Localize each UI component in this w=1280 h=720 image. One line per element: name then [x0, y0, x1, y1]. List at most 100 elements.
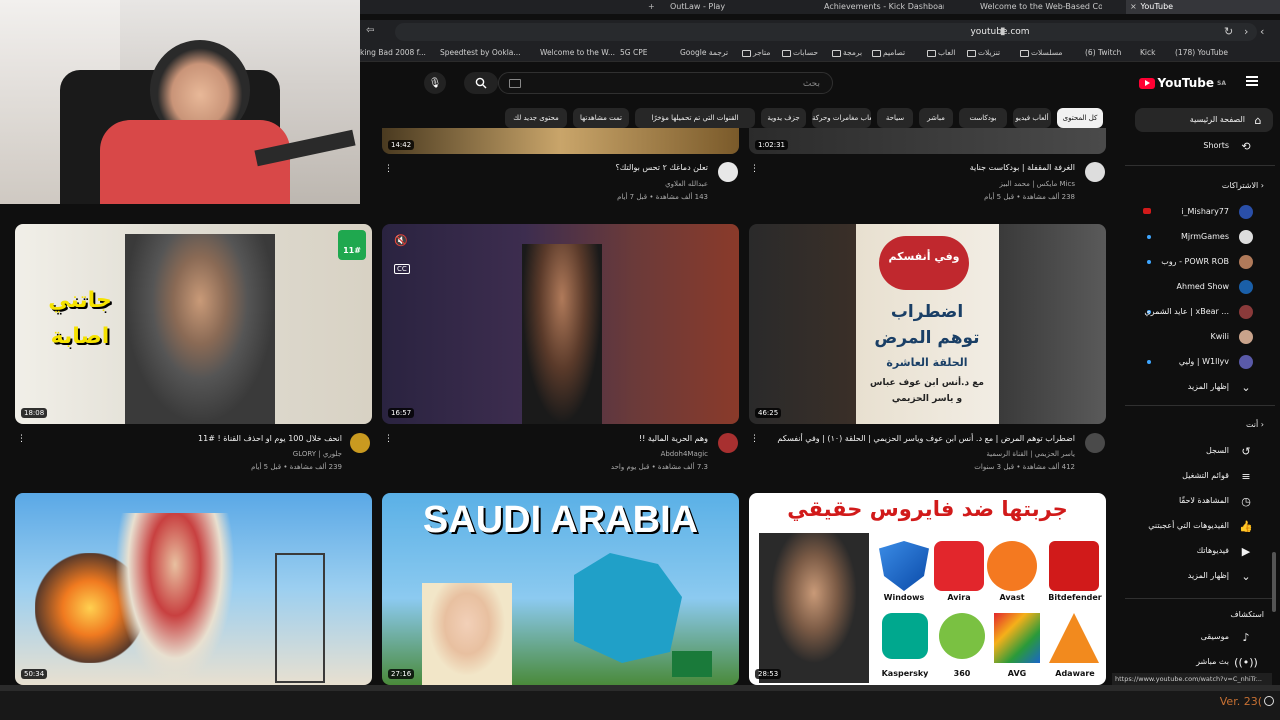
channel-avatar[interactable]: [1085, 162, 1105, 182]
voice-search-button[interactable]: 🎙: [424, 72, 446, 94]
more-options-icon[interactable]: ⋮: [750, 164, 759, 174]
bookmark-google-translate[interactable]: Google ترجمة: [680, 44, 728, 62]
channel-name[interactable]: Mics مايكس | محمد البيز: [999, 180, 1075, 188]
hamburger-menu-icon[interactable]: [1246, 76, 1258, 86]
video-thumbnail[interactable]: 🔇 CC 16:57: [382, 224, 739, 424]
video-title[interactable]: الغرفة المقفلة | بودكاست جناية: [970, 163, 1075, 172]
bookmark-speedtest[interactable]: Speedtest by Ookla...: [440, 44, 521, 62]
sidebar-item-show-more[interactable]: إظهار المزيد ⌄: [1125, 375, 1275, 399]
sidebar-item-home[interactable]: الصفحة الرئيسية ⌂: [1135, 108, 1273, 132]
bookmark-folder-games[interactable]: العاب: [925, 44, 955, 62]
captions-icon[interactable]: CC: [394, 264, 410, 274]
sidebar-item-subscription[interactable]: MjrmGames: [1125, 225, 1275, 249]
chip-all[interactable]: كل المحتوى: [1057, 108, 1103, 128]
youtube-logo[interactable]: YouTube SA: [1138, 76, 1226, 90]
subscriptions-header[interactable]: الاشتراكات ›: [1222, 181, 1264, 190]
video-thumbnail[interactable]: 14:42: [382, 128, 739, 154]
search-input[interactable]: بحث: [498, 72, 833, 94]
chevron-down-icon: ⌄: [1241, 569, 1251, 583]
bookmark-breaking-bad[interactable]: king Bad 2008 f...: [360, 44, 426, 62]
sidebar-item-subscription[interactable]: روب - POWR ROB: [1125, 250, 1275, 274]
video-thumbnail[interactable]: وفي أنفسكم اضطراب توهم المرض الحلقة العا…: [749, 224, 1106, 424]
video-title[interactable]: انحف خلال 100 يوم او احذف القناة ! #11: [198, 434, 342, 443]
sidebar-item-subscription[interactable]: وليي | W1llyv: [1125, 350, 1275, 374]
channel-avatar[interactable]: [718, 162, 738, 182]
more-options-icon[interactable]: ⋮: [384, 164, 393, 174]
bookmark-folder-designs[interactable]: تصاميم: [870, 44, 905, 62]
channel-name[interactable]: جلوري | GLORY: [293, 450, 342, 458]
bookmark-youtube[interactable]: (178) YouTube: [1175, 44, 1228, 62]
settings-icon[interactable]: [1264, 696, 1274, 706]
bookmark-folder-accounts[interactable]: حسابات: [780, 44, 818, 62]
sidebar-item-live[interactable]: بث مباشر ((•)): [1125, 650, 1275, 674]
chip-travel[interactable]: سياحة: [877, 108, 913, 128]
bookmark-folder-stores[interactable]: متاجر: [740, 44, 770, 62]
sidebar-item-watch-later[interactable]: المشاهدة لاحقًا ◷: [1125, 489, 1275, 513]
sidebar-item-shorts[interactable]: Shorts ⟲: [1125, 134, 1275, 158]
sidebar-item-playlists[interactable]: قوائم التشغيل ≡: [1125, 464, 1275, 488]
video-thumbnail[interactable]: جاتني اصابة 11# 18:08: [15, 224, 372, 424]
bookmark-welcome[interactable]: Welcome to the W...: [540, 44, 615, 62]
channel-avatar[interactable]: [1085, 433, 1105, 453]
sidebar-item-subscription[interactable]: عايد الشمري | xBear ...: [1125, 300, 1275, 324]
overlay-line: مع د.أنس ابن عوف عباس: [870, 378, 984, 388]
chip-handicraft[interactable]: جزف يدوية: [761, 108, 806, 128]
chip-live[interactable]: مباشر: [919, 108, 953, 128]
back-arrow-icon[interactable]: ‹: [1260, 25, 1264, 38]
more-options-icon[interactable]: ⋮: [17, 434, 26, 444]
bookmark-kick[interactable]: Kick: [1140, 44, 1155, 62]
forward-icon[interactable]: ›: [1244, 25, 1248, 38]
sidebar-item-music[interactable]: موسيقى ♪: [1125, 625, 1275, 649]
chip-action-adventure[interactable]: ألعاب مغامرات وحركة: [812, 108, 871, 128]
tab-web-config[interactable]: Welcome to the Web-Based Config: [980, 0, 1102, 14]
status-url: https://www.youtube.com/watch?v=C_nhiTr.…: [1112, 673, 1272, 685]
channel-avatar[interactable]: [350, 433, 370, 453]
you-header[interactable]: أنت ›: [1246, 420, 1264, 429]
new-tab-icon[interactable]: +: [648, 0, 658, 14]
close-icon[interactable]: ×: [1130, 0, 1138, 14]
tab-youtube[interactable]: × YouTube: [1126, 0, 1280, 14]
video-thumbnail[interactable]: 50:34: [15, 493, 372, 685]
video-thumbnail[interactable]: جربتها ضد فايروس حقيقي Bitdefender Avast…: [749, 493, 1106, 685]
channel-name[interactable]: عبدالله العلاوي: [665, 180, 708, 188]
reload-icon[interactable]: ↻: [1224, 25, 1233, 38]
video-title[interactable]: اضطراب توهم المرض | مع د. أنس ابن عوف وي…: [777, 434, 1075, 443]
sidebar-item-history[interactable]: السجل ↺: [1125, 439, 1275, 463]
video-title[interactable]: تعلن دماغك ٢ تحس بوالتك؟: [615, 163, 708, 172]
chip-new-to-you[interactable]: محتوى جديد لك: [505, 108, 567, 128]
chip-recently-uploaded[interactable]: القنوات التي تم تحميلها مؤخرًا: [635, 108, 755, 128]
sidebar-item-subscription[interactable]: Kwili: [1125, 325, 1275, 349]
sidebar-item-your-videos[interactable]: فيديوهاتك ▶: [1125, 539, 1275, 563]
sidebar-item-show-more[interactable]: إظهار المزيد ⌄: [1125, 564, 1275, 588]
search-button[interactable]: [464, 72, 498, 94]
sidebar-item-subscription[interactable]: i_Mishary77: [1125, 200, 1275, 224]
channel-name[interactable]: ياسر الحزيمي | القناة الرسمية: [986, 450, 1075, 458]
tab-outlaw[interactable]: OutLaw - Play: [670, 0, 780, 14]
channel-name[interactable]: Abdoh4Magic: [661, 450, 708, 458]
sidebar-scrollbar[interactable]: [1272, 552, 1276, 612]
more-options-icon[interactable]: ⋮: [384, 434, 393, 444]
antivirus-logo: [987, 541, 1037, 591]
video-thumbnail[interactable]: 1:02:31: [749, 128, 1106, 154]
sidebar-item-subscription[interactable]: Ahmed Show: [1125, 275, 1275, 299]
chip-watched[interactable]: تمت مشاهدتها: [573, 108, 629, 128]
bookmark-folder-downloads[interactable]: تنزيلات: [965, 44, 1000, 62]
back-icon[interactable]: ⇦: [366, 25, 374, 36]
video-thumbnail[interactable]: SAUDI ARABIA 27:16: [382, 493, 739, 685]
sidebar-item-liked[interactable]: الفيديوهات التي أعجبتني 👍: [1125, 514, 1275, 538]
channel-avatar[interactable]: [718, 433, 738, 453]
video-title[interactable]: وهم الحرية المالية !!: [639, 434, 708, 443]
bookmark-folder-series[interactable]: مسلسلات: [1018, 44, 1062, 62]
chip-podcast[interactable]: بودكاست: [959, 108, 1007, 128]
bookmark-5g-cpe[interactable]: 5G CPE: [620, 44, 647, 62]
bookmark-twitch[interactable]: (6) Twitch: [1085, 44, 1121, 62]
mute-icon[interactable]: 🔇: [394, 234, 408, 247]
folder-icon: [967, 49, 976, 57]
chip-video-games[interactable]: ألعاب فيديو: [1013, 108, 1051, 128]
tab-kick-dashboard[interactable]: Achievements - Kick Dashboard: [824, 0, 944, 14]
bookmark-folder-programming[interactable]: برمجة: [830, 44, 862, 62]
bookmark-icon[interactable]: ▮: [1000, 26, 1006, 37]
address-bar[interactable]: youtube.com ▮: [395, 23, 1257, 41]
keyboard-icon[interactable]: [509, 79, 521, 88]
more-options-icon[interactable]: ⋮: [750, 434, 759, 444]
